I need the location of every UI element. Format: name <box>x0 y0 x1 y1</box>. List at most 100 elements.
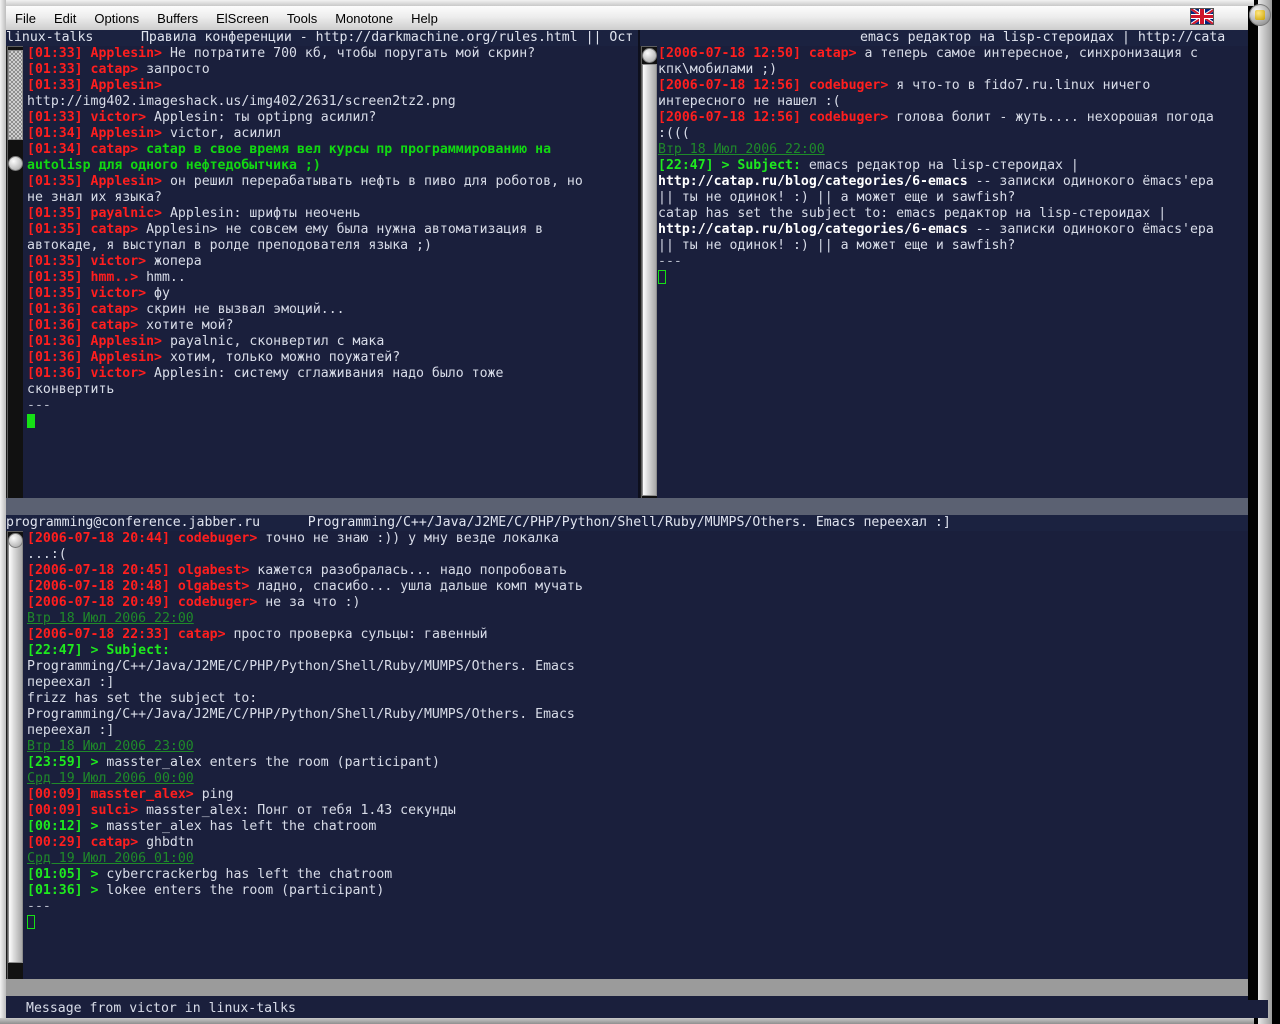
message-nick[interactable]: codebuger> <box>178 531 257 546</box>
message-text-continued: autolisp для одного нефтедобытчика ;) <box>27 158 321 173</box>
chat-line: [2006-07-18 12:50] catap> а теперь самое… <box>658 46 1248 62</box>
chat-line: [2006-07-18 20:45] olgabest> кажется раз… <box>27 563 1248 579</box>
menu-item-options[interactable]: Options <box>85 9 148 28</box>
message-nick[interactable]: codebuger> <box>809 110 888 125</box>
chat-line: Втр 18 Июл 2006 22:00 <box>658 142 1248 158</box>
message-timestamp: [00:09] <box>27 787 83 802</box>
message-text-continued: интересного не нашел :( <box>658 94 841 109</box>
message-text-continued: Programming/C++/Java/J2ME/C/PHP/Python/S… <box>27 707 575 722</box>
message-nick[interactable]: sulci> <box>91 803 139 818</box>
message-url[interactable]: http://catap.ru/blog/categories/6-emacs <box>658 222 968 237</box>
chat-line: интересного не нашел :( <box>658 94 1248 110</box>
chat-line: [01:35] victor> жопера <box>27 254 638 270</box>
chat-window-emacs-room[interactable]: [2006-07-18 12:50] catap> а теперь самое… <box>658 46 1248 498</box>
message-timestamp: [2006-07-18 20:48] <box>27 579 170 594</box>
chat-line: переехал :] <box>27 723 1248 739</box>
message-nick[interactable]: catap> <box>91 142 139 157</box>
text-cursor[interactable] <box>27 414 35 428</box>
message-timestamp: [01:36] <box>27 366 83 381</box>
message-nick[interactable]: victor> <box>91 110 147 125</box>
message-nick[interactable]: catap> <box>809 46 857 61</box>
message-text: masster_alex: Понг от тебя 1.43 секунды <box>138 803 456 818</box>
menu-item-edit[interactable]: Edit <box>45 9 85 28</box>
message-nick[interactable]: Applesin> <box>91 350 162 365</box>
message-nick[interactable]: codebuger> <box>178 595 257 610</box>
subject-text: emacs редактор на lisp-стероидах | <box>800 158 1079 173</box>
chat-line: [22:47] > Subject: emacs редактор на lis… <box>658 158 1248 174</box>
message-url[interactable]: http://catap.ru/blog/categories/6-emacs <box>658 174 968 189</box>
chat-line: [01:33] victor> Applesin: ты optipng аси… <box>27 110 638 126</box>
message-nick[interactable]: olgabest> <box>178 579 249 594</box>
subject-label: > Subject: <box>721 158 801 173</box>
window-close-button[interactable] <box>1249 4 1271 26</box>
message-nick[interactable]: masster_alex> <box>91 787 194 802</box>
scrollbar-emacs-room[interactable] <box>640 46 658 500</box>
message-nick[interactable]: catap> <box>91 62 139 77</box>
message-text: хотим, только можно поужатей? <box>162 350 401 365</box>
modeline-emacs-room[interactable]: linux-u:-- *-jabber-groupchat-emacs@conf… <box>639 498 1248 515</box>
chat-line: --- <box>27 899 1248 915</box>
date-separator: Срд 19 Июл 2006 00:00 <box>27 771 194 786</box>
message-nick[interactable]: victor> <box>91 286 147 301</box>
message-nick[interactable]: hmm..> <box>91 270 139 285</box>
message-text-continued: frizz has set the subject to: <box>27 691 258 706</box>
chat-line <box>658 270 1248 286</box>
chat-line: || ты не одинок! :) || а может еще и saw… <box>658 190 1248 206</box>
chat-line: [22:47] > Subject: <box>27 643 1248 659</box>
menu-item-tools[interactable]: Tools <box>278 9 326 28</box>
menu-item-elscreen[interactable]: ElScreen <box>207 9 278 28</box>
message-nick[interactable]: payalnic> <box>91 206 162 221</box>
scrollbar-linux-talks[interactable] <box>6 46 24 500</box>
uk-flag-icon[interactable] <box>1191 9 1213 24</box>
message-nick[interactable]: Applesin> <box>91 46 162 61</box>
chat-window-programming-room[interactable]: [2006-07-18 20:44] codebuger> точно не з… <box>27 531 1248 979</box>
message-nick[interactable]: Applesin> <box>91 174 162 189</box>
system-timestamp: [01:36] <box>27 883 83 898</box>
message-timestamp: [01:35] <box>27 206 83 221</box>
chat-line: [01:36] catap> хотите мой? <box>27 318 638 334</box>
message-timestamp: [2006-07-18 12:56] <box>658 110 801 125</box>
input-separator: --- <box>658 254 682 269</box>
subject-label: > Subject: <box>90 643 170 658</box>
menu-item-file[interactable]: File <box>6 9 45 28</box>
message-nick[interactable]: catap> <box>91 222 139 237</box>
message-nick[interactable]: catap> <box>178 627 226 642</box>
message-text-continued: кпк\мобилами ;) <box>658 62 778 77</box>
text-cursor[interactable] <box>27 915 35 929</box>
message-text-continued: ...:( <box>27 547 67 562</box>
message-text-continued: не знал их языка? <box>27 190 162 205</box>
chat-line: [00:12] > masster_alex has left the chat… <box>27 819 1248 835</box>
chat-window-linux-talks[interactable]: [01:33] Applesin> Не потратите 700 кб, ч… <box>27 46 638 498</box>
chat-line: [00:09] masster_alex> ping <box>27 787 1248 803</box>
message-nick[interactable]: codebuger> <box>809 78 888 93</box>
chat-line: --- <box>658 254 1248 270</box>
message-timestamp: [00:09] <box>27 803 83 818</box>
message-nick[interactable]: catap> <box>91 302 139 317</box>
message-nick[interactable]: Applesin> <box>91 334 162 349</box>
message-nick[interactable]: victor> <box>91 254 147 269</box>
message-nick[interactable]: Applesin> <box>91 78 162 93</box>
message-text-continued: Programming/C++/Java/J2ME/C/PHP/Python/S… <box>27 659 575 674</box>
menu-item-help[interactable]: Help <box>402 9 447 28</box>
modeline-programming-room[interactable]: -RUu:** *-jabber-groupchat-programming@c… <box>6 979 1248 996</box>
scrollbar-programming-room[interactable] <box>6 531 24 981</box>
chat-line: [01:35] victor> фу <box>27 286 638 302</box>
modeline-linux-talks[interactable]: -RUu:** *-jabber-groupchat-linux-talks-*… <box>6 498 639 515</box>
chat-line: [2006-07-18 20:48] olgabest> ладно, спас… <box>27 579 1248 595</box>
message-nick[interactable]: catap> <box>91 835 139 850</box>
system-timestamp: [01:05] <box>27 867 83 882</box>
menu-item-buffers[interactable]: Buffers <box>148 9 207 28</box>
message-text: а теперь самое интересное, синхронизация… <box>856 46 1198 61</box>
message-text-continued: http://img402.imageshack.us/img402/2631/… <box>27 94 456 109</box>
message-text: Applesin: ты optipng асилил? <box>146 110 377 125</box>
message-nick[interactable]: catap> <box>91 318 139 333</box>
message-nick[interactable]: olgabest> <box>178 563 249 578</box>
menu-item-monotone[interactable]: Monotone <box>326 9 402 28</box>
message-timestamp: [01:35] <box>27 286 83 301</box>
chat-line: [2006-07-18 12:56] codebuger> голова бол… <box>658 110 1248 126</box>
message-timestamp: [2006-07-18 20:45] <box>27 563 170 578</box>
message-nick[interactable]: Applesin> <box>91 126 162 141</box>
chat-line: [01:35] hmm..> hmm.. <box>27 270 638 286</box>
message-nick[interactable]: victor> <box>91 366 147 381</box>
text-cursor[interactable] <box>658 270 666 284</box>
